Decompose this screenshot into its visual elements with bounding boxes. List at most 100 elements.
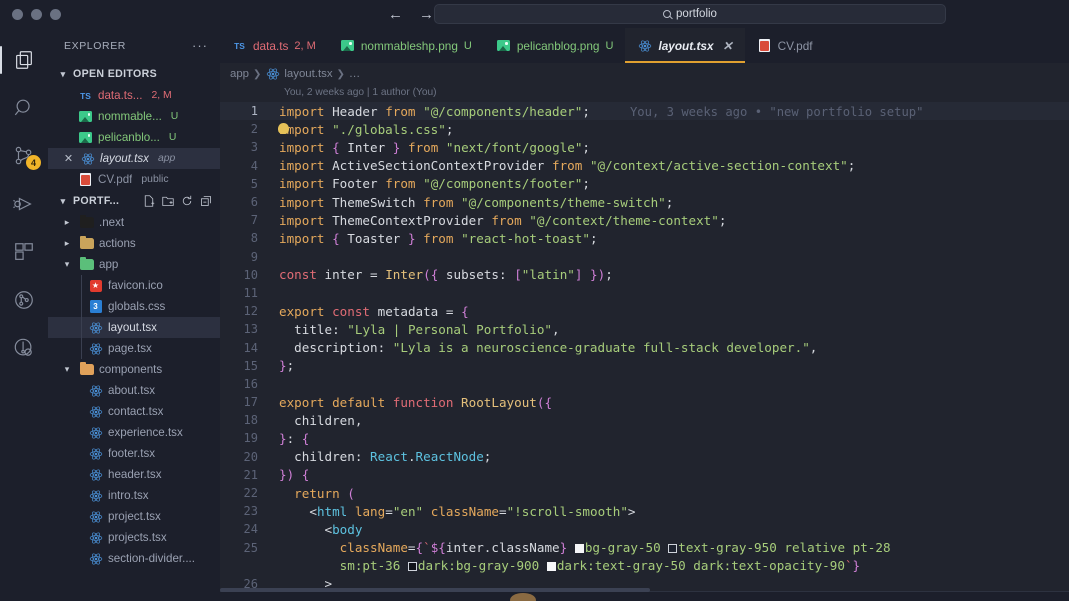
code-line[interactable]: 24 <body — [220, 520, 1069, 538]
breadcrumb-part-app[interactable]: app — [230, 68, 249, 80]
folder-next-icon — [79, 215, 94, 230]
tree-item-favicon[interactable]: ★ favicon.ico — [48, 275, 220, 296]
tree-item-projects-tsx[interactable]: projects.tsx — [48, 527, 220, 548]
back-arrow-icon[interactable]: ← — [388, 7, 403, 22]
open-editor-item[interactable]: nommable... U — [48, 106, 220, 127]
code-line[interactable]: 16 — [220, 375, 1069, 393]
code-line[interactable]: 12 export const metadata = { — [220, 302, 1069, 320]
close-window-button[interactable] — [12, 8, 23, 20]
code-line[interactable]: 7 import ThemeContextProvider from "@/co… — [220, 211, 1069, 229]
tab-layout-tsx[interactable]: layout.tsx ✕ — [625, 28, 745, 63]
code-line[interactable]: 1 import Header from "@/components/heade… — [220, 102, 1069, 121]
tree-item-layout-tsx[interactable]: layout.tsx — [48, 317, 220, 338]
code-line[interactable]: 22 return ( — [220, 484, 1069, 502]
tree-item-app[interactable]: ▾ app — [48, 254, 220, 275]
code-line[interactable]: 6 import ThemeSwitch from "@/components/… — [220, 193, 1069, 211]
code-line[interactable]: 17 export default function RootLayout({ — [220, 393, 1069, 411]
tree-item-intro-tsx[interactable]: intro.tsx — [48, 485, 220, 506]
css-icon: 3 — [88, 299, 103, 314]
tree-item-about-tsx[interactable]: about.tsx — [48, 380, 220, 401]
activity-item-git-graph[interactable] — [0, 276, 48, 324]
color-swatch — [574, 543, 584, 553]
breadcrumb-part-file[interactable]: layout.tsx — [284, 68, 332, 80]
line-number: 2 — [250, 122, 258, 137]
tab-data-ts[interactable]: TS data.ts 2, M — [220, 28, 328, 63]
activity-item-run-debug[interactable] — [0, 180, 48, 228]
code-line[interactable]: 4 import ActiveSectionContextProvider fr… — [220, 157, 1069, 175]
code-lines: 1 import Header from "@/components/heade… — [220, 102, 1069, 593]
tree-item-next[interactable]: ▸ .next — [48, 212, 220, 233]
lightbulb-icon[interactable] — [278, 123, 289, 135]
activity-item-search[interactable] — [0, 84, 48, 132]
minimize-window-button[interactable] — [31, 8, 42, 20]
code-line[interactable]: 8 import { Toaster } from "react-hot-toa… — [220, 229, 1069, 247]
code-line[interactable]: 14 description: "Lyla is a neuroscience-… — [220, 338, 1069, 356]
tree-item-actions[interactable]: ▸ actions — [48, 233, 220, 254]
new-folder-icon[interactable] — [162, 195, 174, 207]
activity-item-extensions[interactable] — [0, 228, 48, 276]
tab-badge: U — [463, 39, 472, 52]
tree-item-experience-tsx[interactable]: experience.tsx — [48, 422, 220, 443]
line-number: 7 — [250, 213, 258, 228]
activity-item-source-control[interactable]: 4 — [0, 132, 48, 180]
line-number: 18 — [243, 413, 258, 428]
section-open-editors[interactable]: ▾ OPEN EDITORS — [48, 63, 220, 85]
code-line[interactable]: 19 }: { — [220, 429, 1069, 447]
code-line[interactable]: 2 import "./globals.css"; — [220, 120, 1069, 138]
tree-item-header-tsx[interactable]: header.tsx — [48, 464, 220, 485]
breadcrumb: app ❯ layout.tsx ❯ … — [220, 63, 1069, 85]
tab-nommableshp-png[interactable]: nommableshp.png U — [328, 28, 484, 63]
breadcrumb-part-more[interactable]: … — [349, 68, 360, 80]
activity-item-testing[interactable] — [0, 324, 48, 372]
forward-arrow-icon[interactable]: → — [419, 7, 434, 22]
code-line[interactable]: 5 import Footer from "@/components/foote… — [220, 175, 1069, 193]
image-icon — [496, 38, 511, 53]
code-editor[interactable]: You, 2 weeks ago | 1 author (You) 1 impo… — [220, 85, 1069, 601]
tree-guide — [81, 338, 82, 359]
line-number: 11 — [243, 285, 258, 300]
code-line[interactable]: 13 title: "Lyla | Personal Portfolio", — [220, 320, 1069, 338]
collapse-all-icon[interactable] — [200, 195, 212, 207]
explorer-title: EXPLORER — [64, 39, 126, 52]
code-line[interactable]: 20 children: React.ReactNode; — [220, 448, 1069, 466]
tree-item-globals-css[interactable]: 3 globals.css — [48, 296, 220, 317]
code-line[interactable]: 21 }) { — [220, 466, 1069, 484]
open-editor-item[interactable]: pelicanblo... U — [48, 127, 220, 148]
line-number: 14 — [243, 340, 258, 355]
main-body: 4 EXPLORER ··· ▾ OPEN EDITORS TS data.ts… — [0, 28, 1069, 601]
new-file-icon[interactable] — [143, 195, 155, 207]
open-editor-item[interactable]: TS data.ts... 2, M — [48, 85, 220, 106]
explorer-more-actions-button[interactable]: ··· — [192, 39, 208, 52]
activity-item-explorer[interactable] — [0, 36, 48, 84]
window-controls[interactable] — [0, 8, 61, 20]
close-icon[interactable]: ✕ — [62, 152, 75, 165]
maximize-window-button[interactable] — [50, 8, 61, 20]
code-line[interactable]: 11 — [220, 284, 1069, 302]
line-number: 22 — [243, 486, 258, 501]
chevron-right-icon: ❯ — [336, 68, 345, 80]
code-line[interactable]: 18 children, — [220, 411, 1069, 429]
tree-item-page-tsx[interactable]: page.tsx — [48, 338, 220, 359]
tree-item-section-divider-tsx[interactable]: section-divider.... — [48, 548, 220, 569]
code-line[interactable]: 15 }; — [220, 357, 1069, 375]
quick-search-input[interactable]: portfolio — [434, 4, 946, 24]
tree-item-contact-tsx[interactable]: contact.tsx — [48, 401, 220, 422]
open-editor-item[interactable]: CV.pdf public — [48, 169, 220, 190]
code-line[interactable]: 9 — [220, 248, 1069, 266]
code-line[interactable]: 3 import { Inter } from "next/font/googl… — [220, 138, 1069, 156]
refresh-icon[interactable] — [181, 195, 193, 207]
code-line[interactable]: 25 className={`${inter.className} bg-gra… — [220, 539, 1069, 575]
open-editor-item-layout-tsx[interactable]: ✕ layout.tsx app — [48, 148, 220, 169]
tree-item-components[interactable]: ▾ components — [48, 359, 220, 380]
code-line[interactable]: 23 <html lang="en" className="!scroll-sm… — [220, 502, 1069, 520]
tree-item-footer-tsx[interactable]: footer.tsx — [48, 443, 220, 464]
code-line[interactable]: 10 const inter = Inter({ subsets: ["lati… — [220, 266, 1069, 284]
tab-pelicanblog-png[interactable]: pelicanblog.png U — [484, 28, 626, 63]
dock-app-icon[interactable] — [510, 593, 536, 601]
image-icon — [78, 109, 93, 124]
tab-cv-pdf[interactable]: CV.pdf — [745, 28, 825, 63]
react-icon — [637, 38, 652, 53]
close-icon[interactable]: ✕ — [723, 39, 733, 53]
tree-item-project-tsx[interactable]: project.tsx — [48, 506, 220, 527]
section-project-root[interactable]: ▾ PORTF... — [48, 190, 220, 212]
